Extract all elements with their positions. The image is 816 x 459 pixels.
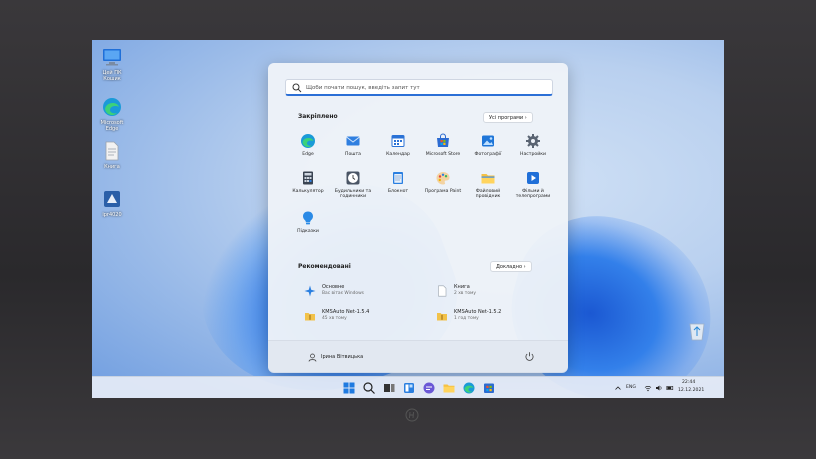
user-icon bbox=[308, 353, 317, 362]
desktop-icon-label: Цей ПК Кошик bbox=[102, 70, 122, 82]
notepad-icon bbox=[393, 172, 403, 184]
pinned-app-movies[interactable]: Фільми й телепрограми bbox=[511, 170, 555, 200]
pinned-app-file-explorer[interactable]: Файловий провідник bbox=[466, 170, 510, 200]
recycle-bin-icon[interactable] bbox=[686, 318, 708, 342]
recommended-title: KMSAuto Net-1.5.4 bbox=[322, 309, 370, 315]
edge-icon bbox=[301, 134, 315, 148]
app-name: Блокнот bbox=[387, 189, 409, 194]
search-icon bbox=[292, 83, 302, 93]
desktop-icon-label: Книга bbox=[104, 164, 120, 170]
battery-icon[interactable] bbox=[666, 384, 674, 392]
calendar-icon bbox=[391, 135, 405, 147]
start-footer: Ірина Вітвицька bbox=[268, 340, 568, 373]
taskbar: ENG 22:44 12.12.2021 bbox=[92, 376, 724, 398]
windows-start-icon[interactable] bbox=[342, 381, 356, 395]
archive-icon bbox=[437, 313, 447, 321]
recommended-subtitle: 2 хв тому bbox=[454, 291, 476, 296]
mail-icon bbox=[346, 136, 360, 146]
clock-date[interactable]: 12.12.2021 bbox=[678, 388, 704, 393]
app-name: Фільми й телепрограми bbox=[515, 189, 551, 200]
calculator-icon bbox=[303, 171, 313, 185]
store-icon[interactable] bbox=[482, 381, 496, 395]
pinned-app-store[interactable]: Microsoft Store bbox=[421, 133, 465, 157]
recommended-title: KMSAuto Net-1.5.2 bbox=[454, 309, 502, 315]
clock-time[interactable]: 22:44 bbox=[682, 380, 695, 385]
all-apps-button[interactable]: Усі програми › bbox=[483, 112, 533, 123]
start-search-box[interactable] bbox=[285, 79, 553, 96]
store-icon bbox=[437, 133, 449, 147]
movies-icon bbox=[527, 172, 539, 184]
recommended-subtitle: 45 хв тому bbox=[322, 316, 347, 321]
edge-icon bbox=[103, 98, 121, 116]
edge-icon[interactable] bbox=[462, 381, 476, 395]
desktop-icon-file[interactable]: Книга bbox=[92, 140, 132, 170]
app-name: Фотографії bbox=[474, 152, 502, 157]
task-view-icon[interactable] bbox=[382, 381, 396, 395]
monitor-icon bbox=[103, 49, 121, 66]
chevron-up-icon[interactable] bbox=[614, 384, 622, 392]
wifi-icon[interactable] bbox=[644, 384, 652, 392]
pinned-app-paint[interactable]: Програма Paint bbox=[421, 170, 465, 194]
app-name: Пошта bbox=[345, 152, 361, 157]
desktop-icon-app[interactable]: ipr4020 bbox=[92, 188, 132, 218]
power-icon[interactable] bbox=[524, 351, 535, 362]
pinned-app-notepad[interactable]: Блокнот bbox=[376, 170, 420, 194]
start-menu: Закріплено Усі програми › Edge Пошта bbox=[268, 63, 568, 373]
app-name: Підказки bbox=[297, 229, 319, 234]
user-name: Ірина Вітвицька bbox=[321, 354, 364, 360]
desktop-icon-label: ipr4020 bbox=[102, 212, 122, 218]
app-name: Настройки bbox=[520, 152, 546, 157]
pinned-app-tips[interactable]: Підказки bbox=[286, 210, 330, 234]
laptop-logo-icon bbox=[405, 408, 419, 422]
pinned-app-clock[interactable]: Будильники та годинники bbox=[331, 170, 375, 200]
recommended-item[interactable]: Основне Вас вітає Windows bbox=[304, 283, 424, 303]
desktop: Цей ПК Кошик Microsoft Edge Книга ipr402… bbox=[92, 40, 724, 398]
app-name: Microsoft Store bbox=[425, 152, 461, 157]
recommended-title: Книга bbox=[454, 284, 470, 290]
desktop-icon-label: Microsoft Edge bbox=[100, 120, 124, 132]
app-name: Програма Paint bbox=[424, 189, 462, 194]
system-tray: ENG 22:44 12.12.2021 bbox=[608, 377, 718, 398]
file-explorer-icon[interactable] bbox=[442, 381, 456, 395]
app-name: Файловий провідник bbox=[475, 189, 501, 200]
pinned-app-edge[interactable]: Edge bbox=[286, 133, 330, 157]
chat-icon[interactable] bbox=[422, 381, 436, 395]
desktop-icon-this-pc[interactable]: Цей ПК Кошик bbox=[92, 46, 132, 82]
language-indicator[interactable]: ENG bbox=[626, 385, 636, 390]
recommended-item[interactable]: Книга 2 хв тому bbox=[436, 283, 556, 303]
pinned-section-title: Закріплено bbox=[298, 113, 338, 120]
more-button[interactable]: Докладно › bbox=[490, 261, 532, 272]
recommended-section-title: Рекомендовані bbox=[298, 263, 351, 270]
getstarted-icon bbox=[304, 285, 316, 297]
pinned-app-calculator[interactable]: Калькулятор bbox=[286, 170, 330, 194]
search-icon[interactable] bbox=[362, 381, 376, 395]
app-name: Будильники та годинники bbox=[334, 189, 372, 200]
pinned-app-photos[interactable]: Фотографії bbox=[466, 133, 510, 157]
installer-icon bbox=[104, 191, 120, 207]
gear-icon bbox=[526, 134, 540, 148]
folder-icon bbox=[481, 174, 495, 184]
photos-icon bbox=[482, 135, 494, 147]
widgets-icon[interactable] bbox=[402, 381, 416, 395]
desktop-icon-edge[interactable]: Microsoft Edge bbox=[92, 96, 132, 132]
search-input[interactable] bbox=[306, 82, 546, 93]
paint-icon bbox=[436, 172, 450, 185]
archive-icon bbox=[305, 313, 315, 321]
app-name: Edge bbox=[302, 152, 314, 157]
document-icon bbox=[438, 285, 447, 297]
recommended-item[interactable]: KMSAuto Net-1.5.2 1 год тому bbox=[436, 308, 556, 328]
recommended-title: Основне bbox=[322, 284, 345, 290]
tips-icon bbox=[303, 211, 313, 225]
document-icon bbox=[105, 141, 119, 161]
pinned-app-settings[interactable]: Настройки bbox=[511, 133, 555, 157]
recommended-subtitle: Вас вітає Windows bbox=[322, 291, 364, 296]
pinned-app-calendar[interactable]: Календар bbox=[376, 133, 420, 157]
recommended-subtitle: 1 год тому bbox=[454, 316, 479, 321]
volume-icon[interactable] bbox=[655, 384, 663, 392]
app-name: Календар bbox=[386, 152, 410, 157]
clock-icon bbox=[346, 171, 360, 185]
app-name: Калькулятор bbox=[292, 189, 324, 194]
recommended-item[interactable]: KMSAuto Net-1.5.4 45 хв тому bbox=[304, 308, 424, 328]
pinned-app-mail[interactable]: Пошта bbox=[331, 133, 375, 157]
